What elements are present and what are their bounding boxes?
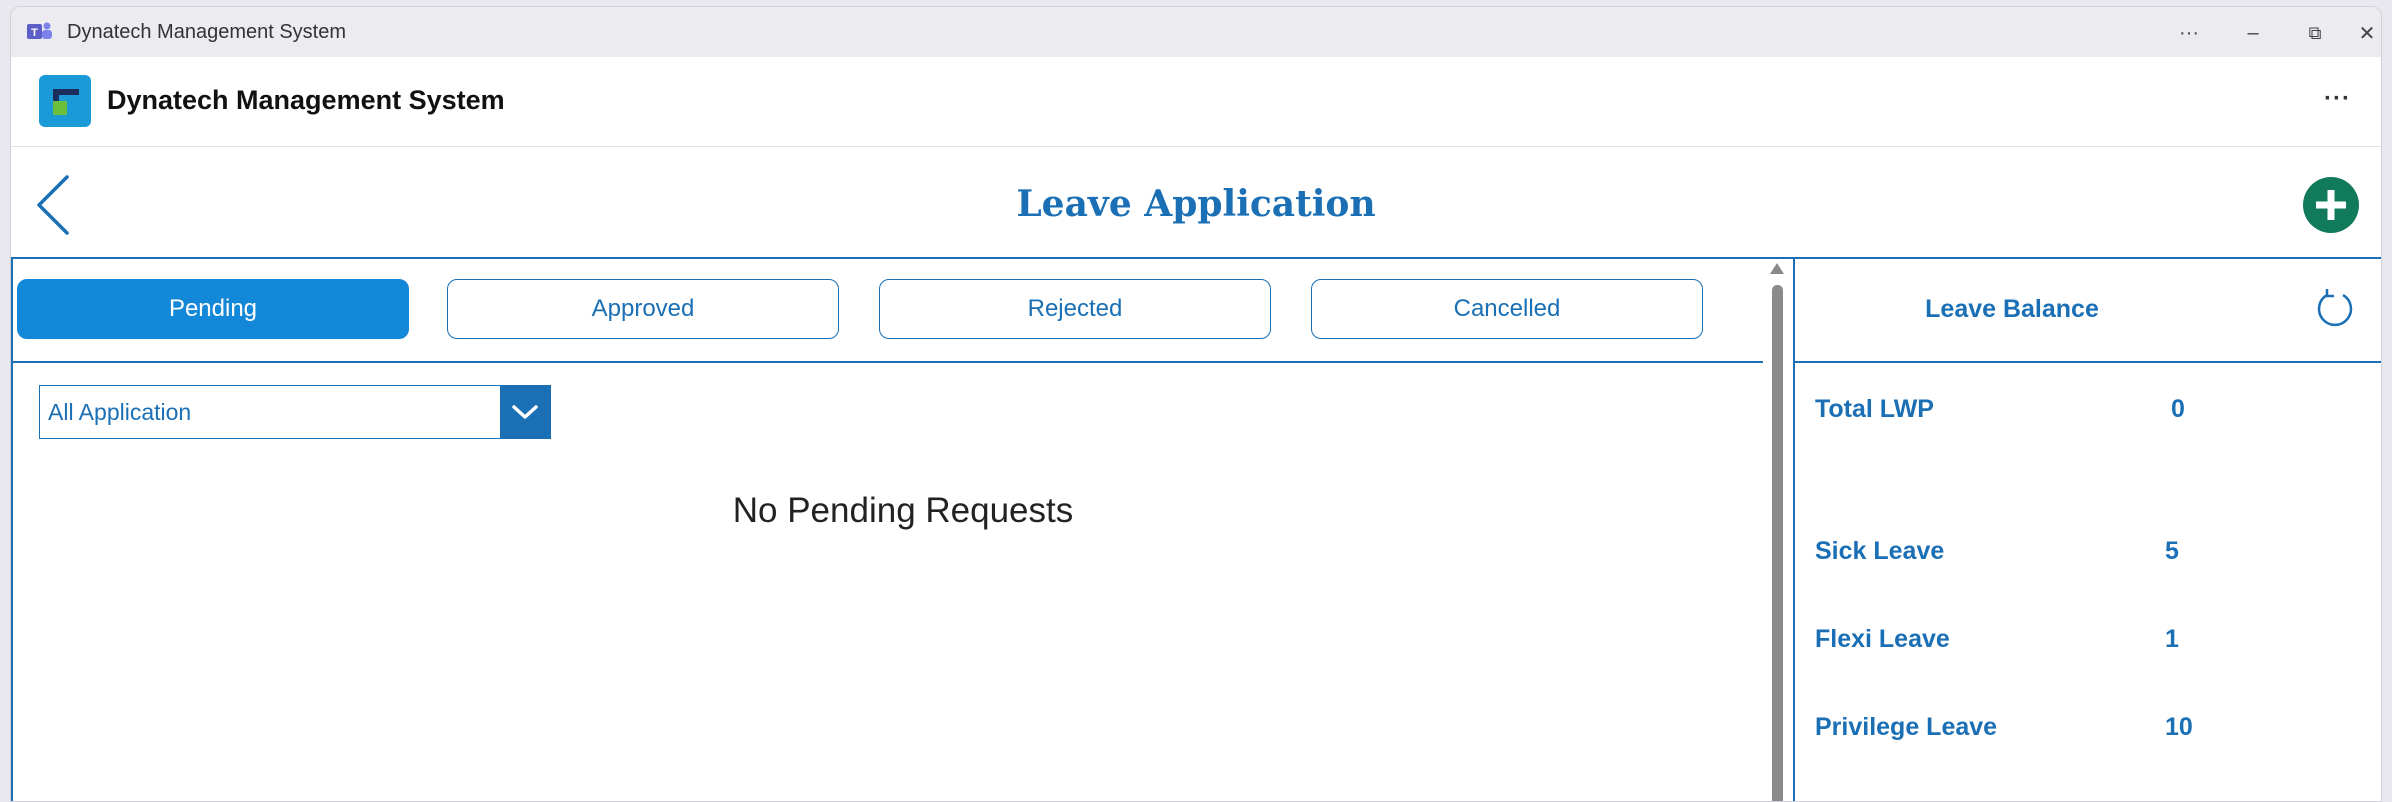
- scroll-up-arrow-icon[interactable]: [1769, 261, 1785, 277]
- svg-text:T: T: [31, 27, 38, 39]
- balance-label: Total LWP: [1815, 395, 1934, 423]
- tab-rejected[interactable]: Rejected: [879, 279, 1271, 339]
- balance-label: Flexi Leave: [1815, 625, 1950, 653]
- teams-icon: T: [27, 22, 52, 39]
- balance-row-flexi-leave: Flexi Leave 1: [1815, 625, 2375, 665]
- balance-value: 1: [2165, 625, 2179, 653]
- restore-button[interactable]: ⧉: [2291, 17, 2339, 49]
- scrollbar-thumb[interactable]: [1772, 285, 1783, 801]
- balance-value: 0: [2171, 395, 2185, 423]
- app-logo: [39, 75, 91, 127]
- filter-selected-value: All Application: [48, 398, 192, 425]
- balance-row-privilege-leave: Privilege Leave 10: [1815, 713, 2375, 753]
- minimize-button[interactable]: –: [2229, 17, 2277, 49]
- status-tabs: Pending Approved Rejected Cancelled: [13, 259, 1763, 363]
- chevron-down-icon[interactable]: [500, 386, 550, 438]
- window-title: Dynatech Management System: [67, 21, 347, 43]
- more-options-button[interactable]: ···: [2165, 17, 2213, 49]
- app-header: Dynatech Management System ···: [11, 57, 2381, 147]
- balance-value: 10: [2165, 713, 2193, 741]
- tab-cancelled[interactable]: Cancelled: [1311, 279, 1703, 339]
- app-more-button[interactable]: ···: [2324, 85, 2351, 113]
- balance-row-sick-leave: Sick Leave 5: [1815, 537, 2375, 577]
- app-window: T Dynatech Management System ··· – ⧉ ✕ D…: [10, 6, 2382, 802]
- balance-row-total-lwp: Total LWP 0: [1815, 395, 2375, 435]
- tab-pending[interactable]: Pending: [17, 279, 409, 339]
- leave-balance-panel: Leave Balance Total LWP 0 Sick Leave 5 F…: [1793, 259, 2381, 801]
- balance-label: Sick Leave: [1815, 537, 1945, 565]
- close-button[interactable]: ✕: [2343, 17, 2381, 49]
- leave-balance-header: Leave Balance: [1795, 259, 2381, 363]
- application-filter-dropdown[interactable]: All Application: [39, 385, 551, 439]
- add-application-button[interactable]: [2303, 177, 2359, 233]
- app-title: Dynatech Management System: [107, 85, 505, 115]
- balance-value: 5: [2165, 537, 2179, 565]
- balance-label: Privilege Leave: [1815, 713, 1998, 741]
- title-bar: T Dynatech Management System ··· – ⧉ ✕: [11, 7, 2381, 57]
- refresh-icon[interactable]: [2313, 287, 2357, 331]
- tab-approved[interactable]: Approved: [447, 279, 839, 339]
- leave-balance-title: Leave Balance: [1925, 295, 2099, 323]
- page-header: Leave Application: [11, 147, 2381, 259]
- applications-panel: Pending Approved Rejected Cancelled All …: [11, 259, 1763, 801]
- page-title: Leave Application: [1016, 183, 1376, 225]
- empty-state-message: No Pending Requests: [732, 491, 1074, 530]
